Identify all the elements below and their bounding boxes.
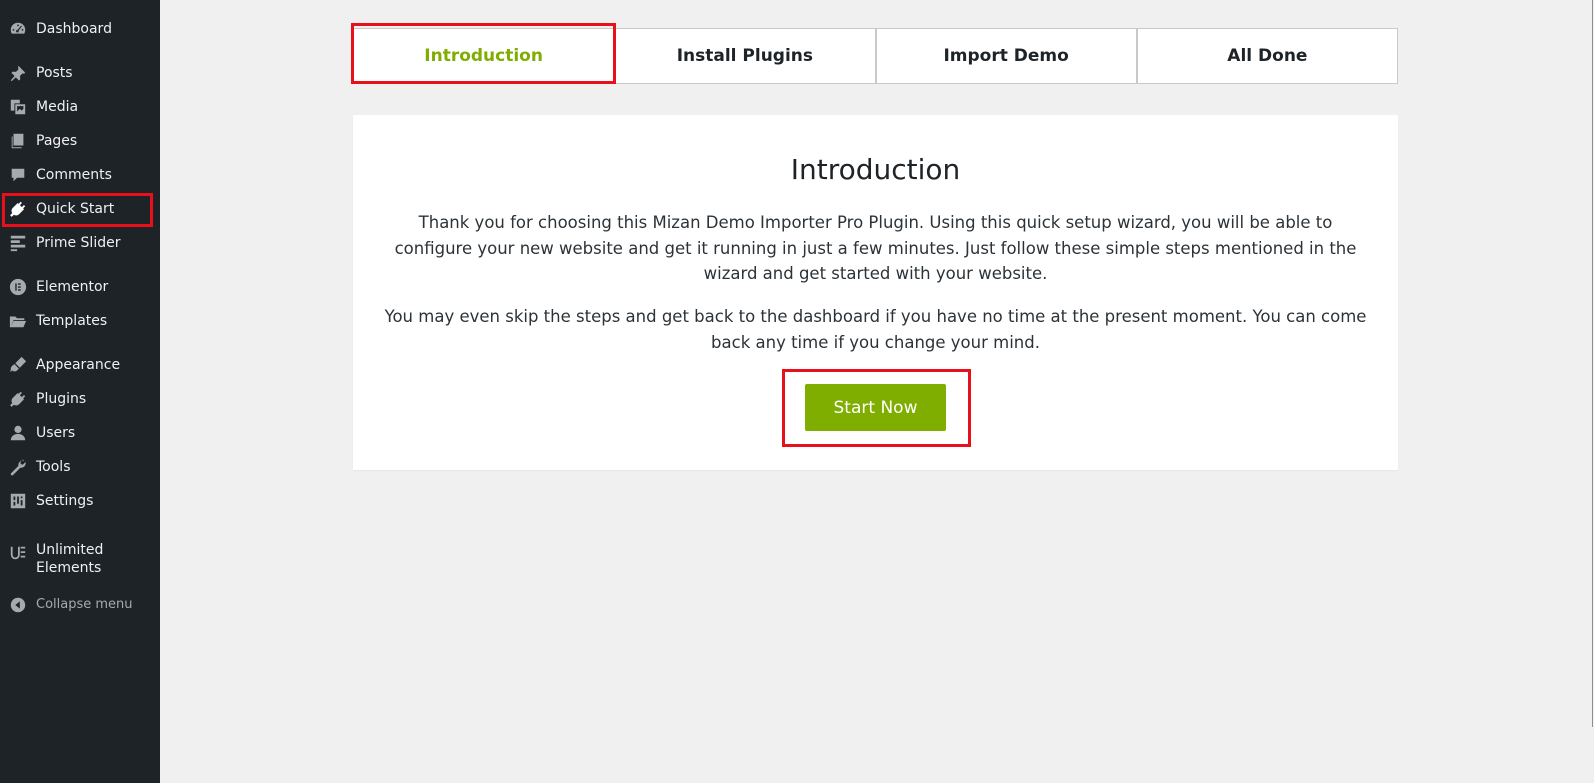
sidebar-item-elementor[interactable]: Elementor	[0, 271, 160, 303]
settings-sliders-icon	[8, 491, 28, 511]
plugin-plug-icon	[8, 389, 28, 409]
tab-install-plugins[interactable]: Install Plugins	[614, 28, 876, 84]
sidebar-item-templates[interactable]: Templates	[0, 305, 160, 337]
sidebar-item-label: Quick Start	[36, 201, 115, 217]
folder-icon	[8, 311, 28, 331]
tab-import-demo[interactable]: Import Demo	[875, 28, 1137, 84]
dashboard-icon	[8, 19, 28, 39]
sidebar-item-prime-slider[interactable]: Prime Slider	[0, 227, 160, 259]
wrench-icon	[8, 457, 28, 477]
sidebar-item-label: Pages	[36, 133, 78, 149]
sidebar-item-label: Unlimited Elements	[36, 542, 104, 576]
intro-paragraph: Thank you for choosing this Mizan Demo I…	[394, 213, 1357, 283]
sidebar-item-label: Comments	[36, 167, 112, 183]
sidebar-item-dashboard[interactable]: Dashboard	[0, 13, 160, 45]
sidebar-item-label: Templates	[36, 313, 108, 329]
sidebar-item-label: Plugins	[36, 391, 87, 407]
sidebar-item-label: Prime Slider	[36, 235, 121, 251]
elementor-icon	[8, 277, 28, 297]
wizard-steps: Introduction Install Plugins Import Demo…	[353, 28, 1398, 84]
tab-introduction[interactable]: Introduction	[353, 28, 615, 84]
sidebar-item-quick-start[interactable]: Quick Start	[0, 193, 160, 225]
sidebar-item-label: Tools	[36, 459, 71, 475]
pages-icon	[8, 131, 28, 151]
sidebar-item-pages[interactable]: Pages	[0, 125, 160, 157]
tab-all-done[interactable]: All Done	[1136, 28, 1398, 84]
sidebar-item-users[interactable]: Users	[0, 417, 160, 449]
sidebar-item-label: Appearance	[36, 357, 121, 373]
introduction-panel: Introduction Thank you for choosing this…	[353, 115, 1398, 470]
sidebar-item-posts[interactable]: Posts	[0, 57, 160, 89]
prime-slider-icon	[8, 233, 28, 253]
sidebar-item-media[interactable]: Media	[0, 91, 160, 123]
collapse-menu-button[interactable]: Collapse menu	[0, 589, 160, 621]
sidebar-item-label: Media	[36, 99, 79, 115]
sidebar-item-label: Settings	[36, 493, 94, 509]
sidebar-item-settings[interactable]: Settings	[0, 485, 160, 517]
start-now-button[interactable]: Start Now	[805, 384, 946, 431]
sidebar-item-unlimited-elements[interactable]: Unlimited Elements	[0, 541, 160, 585]
collapse-arrow-icon	[8, 595, 28, 615]
sidebar-item-comments[interactable]: Comments	[0, 159, 160, 191]
plugin-plug-icon	[8, 199, 28, 219]
sidebar-item-label: Users	[36, 425, 76, 441]
admin-sidebar: Dashboard Posts Media Pages Comments Qui…	[0, 0, 160, 783]
sidebar-item-label: Dashboard	[36, 21, 112, 37]
unlimited-elements-icon	[8, 543, 28, 563]
paintbrush-icon	[8, 355, 28, 375]
pushpin-icon	[8, 63, 28, 83]
sidebar-item-label: Posts	[36, 65, 73, 81]
skip-paragraph: You may even skip the steps and get back…	[384, 307, 1367, 352]
user-icon	[8, 423, 28, 443]
sidebar-item-label: Elementor	[36, 279, 109, 295]
window-edge-divider	[1592, 0, 1593, 727]
sidebar-item-appearance[interactable]: Appearance	[0, 349, 160, 381]
comment-icon	[8, 165, 28, 185]
sidebar-item-tools[interactable]: Tools	[0, 451, 160, 483]
panel-title: Introduction	[790, 153, 961, 186]
media-icon	[8, 97, 28, 117]
collapse-menu-label: Collapse menu	[36, 597, 133, 612]
sidebar-item-plugins[interactable]: Plugins	[0, 383, 160, 415]
